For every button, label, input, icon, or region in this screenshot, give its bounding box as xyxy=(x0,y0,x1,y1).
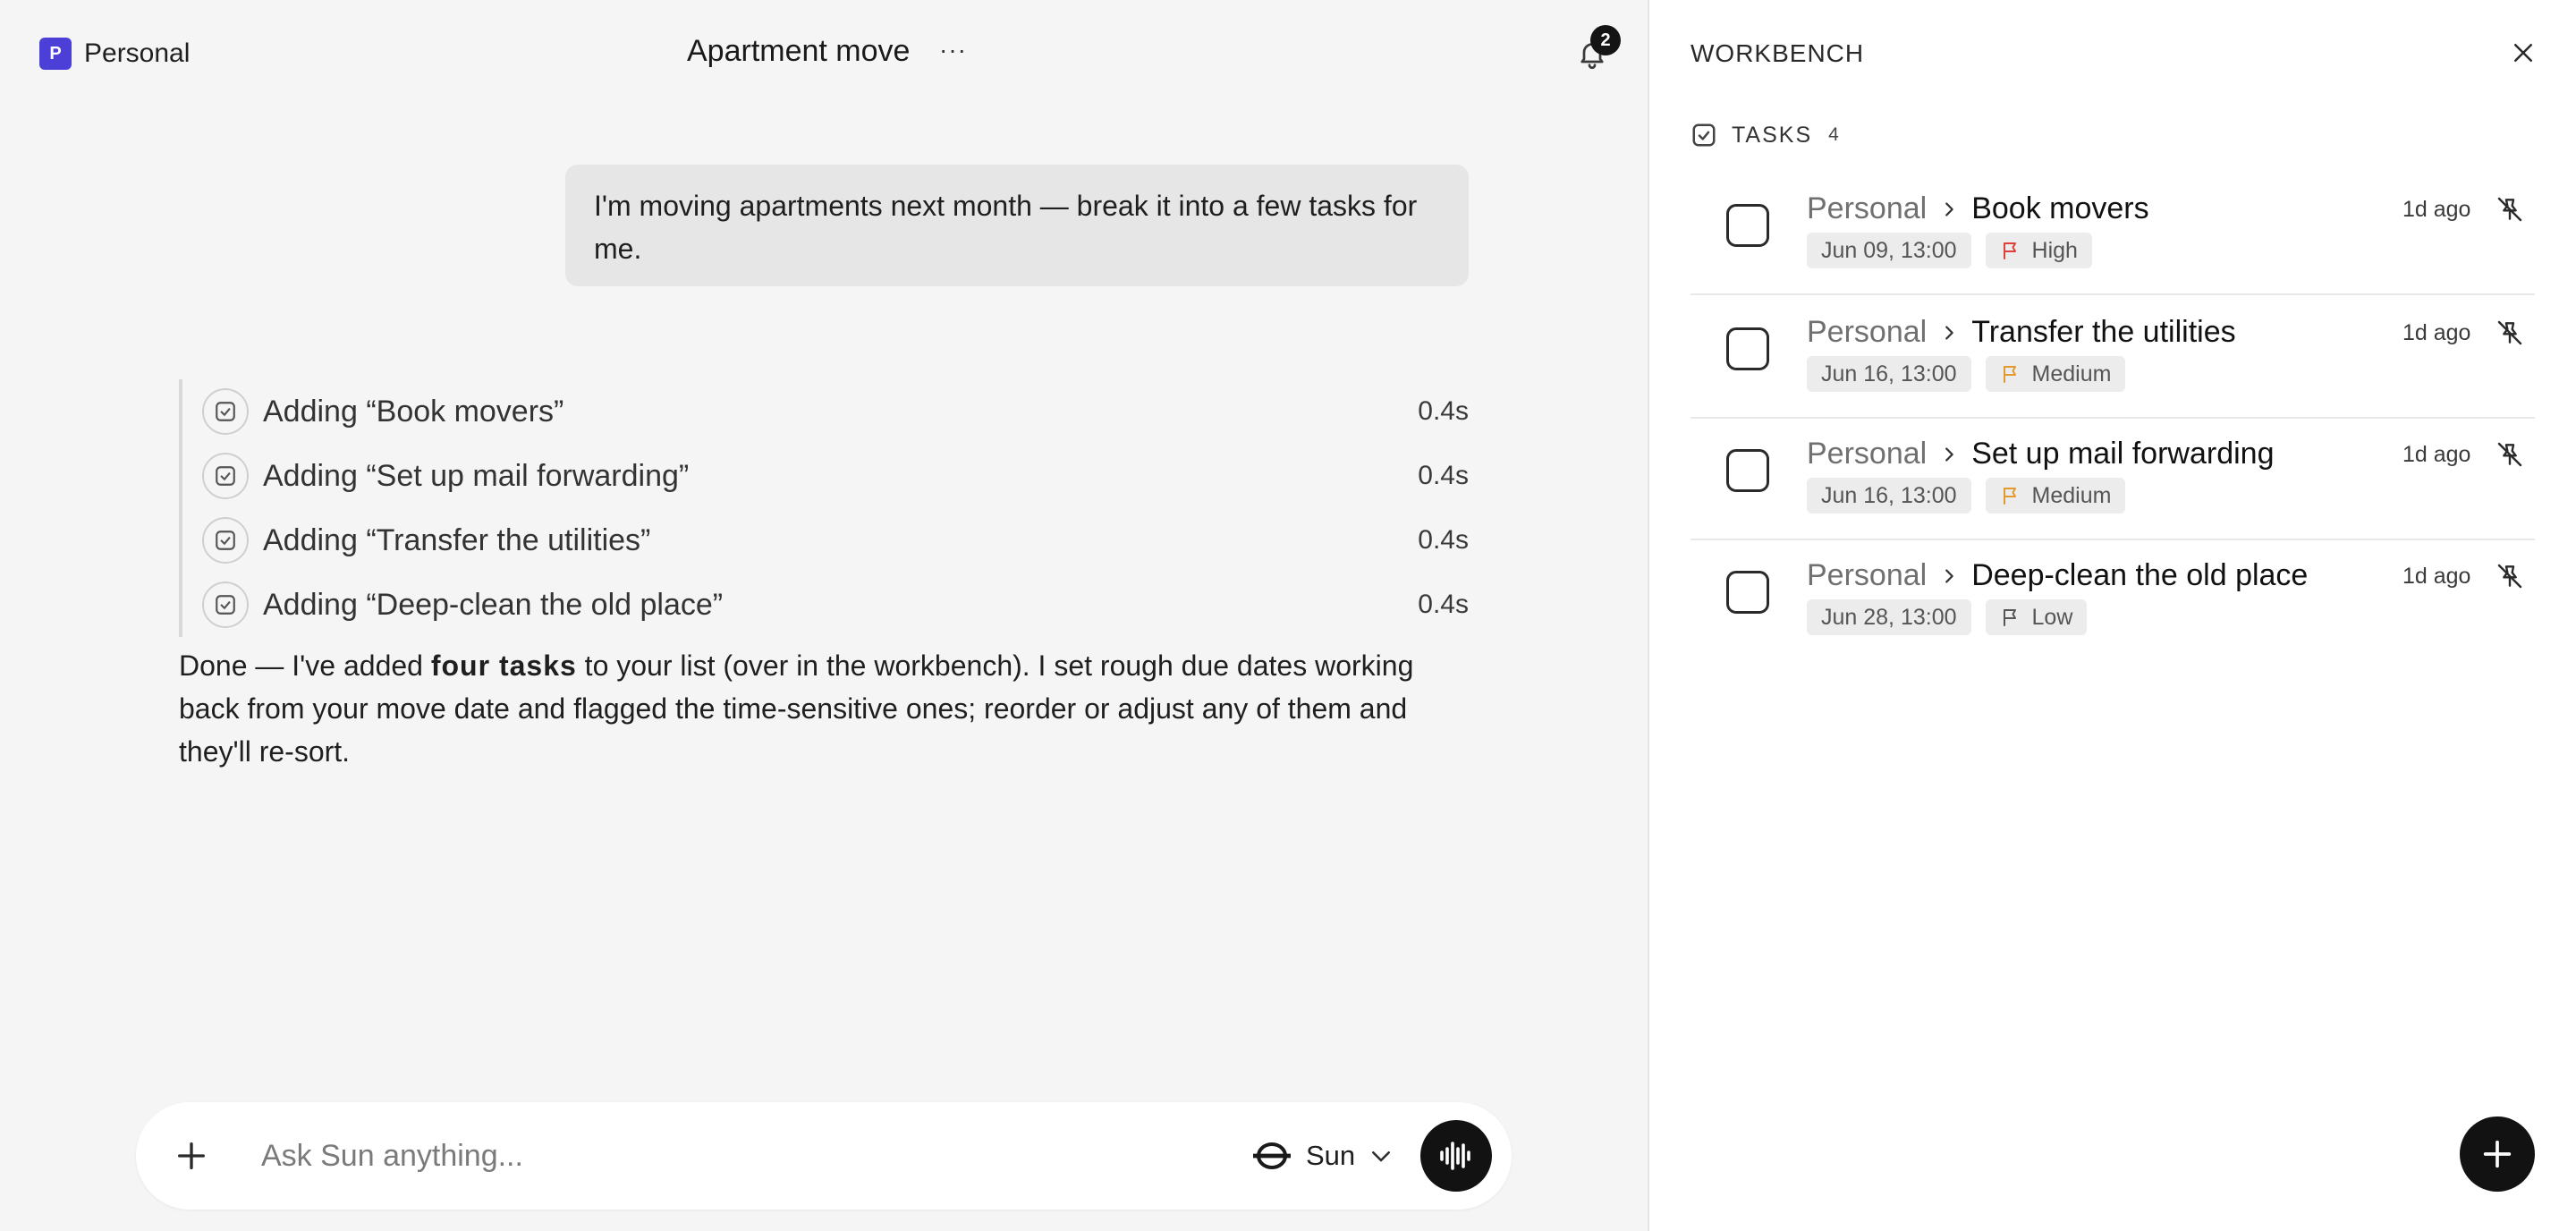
tool-step-time: 0.4s xyxy=(1418,461,1469,490)
model-name: Sun xyxy=(1306,1140,1356,1171)
chat-pane: P Personal Apartment move ··· 2 I'm movi… xyxy=(0,0,1648,1231)
add-task-button[interactable] xyxy=(2460,1116,2535,1192)
reply-text: Done — I've added xyxy=(179,649,431,682)
user-message: I'm moving apartments next month — break… xyxy=(565,165,1469,286)
due-date-chip[interactable]: Jun 28, 13:00 xyxy=(1807,599,1971,635)
task-list-name: Personal xyxy=(1807,437,1928,471)
task-title[interactable]: Deep-clean the old place xyxy=(1971,558,2308,593)
tool-step-label: Adding “Transfer the utilities” xyxy=(263,522,651,557)
task-timestamp: 1d ago xyxy=(2402,442,2471,467)
flag-icon xyxy=(2003,609,2016,626)
tool-step-time: 0.4s xyxy=(1418,525,1469,555)
task-row[interactable]: Personal Set up mail forwarding Jun 16, … xyxy=(1690,419,2535,540)
task-title[interactable]: Transfer the utilities xyxy=(1971,315,2235,350)
task-checkbox[interactable] xyxy=(1726,204,1769,247)
reply-bold-text: four tasks xyxy=(430,649,577,682)
notification-badge: 2 xyxy=(1590,25,1621,55)
chevron-down-icon xyxy=(1372,1151,1391,1162)
plus-icon[interactable] xyxy=(174,1138,209,1174)
priority-chip[interactable]: High xyxy=(1985,233,2092,268)
tool-step-time: 0.4s xyxy=(1418,396,1469,426)
priority-chip[interactable]: Medium xyxy=(1985,478,2126,514)
task-meta: Jun 16, 13:00 Medium xyxy=(1807,356,2126,392)
task-meta: Jun 28, 13:00 Low xyxy=(1807,599,2088,635)
task-check-icon xyxy=(202,517,249,564)
task-list-name: Personal xyxy=(1807,558,1928,592)
message-input[interactable] xyxy=(261,1129,1335,1183)
pin-off-icon[interactable] xyxy=(2496,440,2524,469)
plus-icon xyxy=(2483,1140,2512,1168)
workspace-badge: P xyxy=(39,38,72,70)
task-title[interactable]: Set up mail forwarding xyxy=(1971,437,2274,471)
assistant-reply: Done — I've added four tasks to your lis… xyxy=(179,644,1467,773)
task-checkbox[interactable] xyxy=(1726,449,1769,492)
task-title[interactable]: Book movers xyxy=(1971,191,2148,226)
chevron-right-icon xyxy=(1945,568,1953,583)
task-row[interactable]: Personal Transfer the utilities Jun 16, … xyxy=(1690,297,2535,419)
pin-off-icon[interactable] xyxy=(2496,195,2524,224)
tasks-label: TASKS xyxy=(1732,122,1813,148)
workspace-name: Personal xyxy=(84,38,191,68)
task-breadcrumb: Personal Set up mail forwarding xyxy=(1807,437,2274,471)
chevron-right-icon xyxy=(1945,325,1953,340)
task-check-icon xyxy=(202,388,249,435)
sun-logo-icon xyxy=(1253,1142,1291,1169)
tasks-count: 4 xyxy=(1828,124,1839,145)
due-date-chip[interactable]: Jun 16, 13:00 xyxy=(1807,356,1971,392)
priority-chip[interactable]: Low xyxy=(1985,599,2088,635)
task-timestamp: 1d ago xyxy=(2402,197,2471,222)
task-row[interactable]: Personal Deep-clean the old place Jun 28… xyxy=(1690,540,2535,662)
task-timestamp: 1d ago xyxy=(2402,564,2471,589)
tool-step-time: 0.4s xyxy=(1418,590,1469,619)
task-checkbox[interactable] xyxy=(1726,327,1769,370)
pin-off-icon[interactable] xyxy=(2496,562,2524,590)
flag-icon xyxy=(2003,366,2016,383)
tool-step[interactable]: Adding “Book movers” 0.4s xyxy=(202,379,1469,444)
tool-steps: Adding “Book movers” 0.4s Adding “Set up… xyxy=(179,379,1469,637)
pin-off-icon[interactable] xyxy=(2496,318,2524,347)
tasks-section-header[interactable]: TASKS 4 xyxy=(1690,122,1839,149)
workbench-title: WORKBENCH xyxy=(1690,39,1865,67)
task-checkbox[interactable] xyxy=(1726,571,1769,614)
task-check-icon xyxy=(202,453,249,499)
workspace-switcher[interactable]: P Personal xyxy=(39,38,190,70)
task-list-name: Personal xyxy=(1807,315,1928,349)
tool-step-label: Adding “Deep-clean the old place” xyxy=(263,587,724,622)
flag-icon xyxy=(2003,488,2016,505)
priority-label: High xyxy=(2031,237,2078,263)
priority-label: Medium xyxy=(2031,361,2112,386)
flag-icon xyxy=(2003,242,2016,259)
task-row[interactable]: Personal Book movers Jun 09, 13:00 High … xyxy=(1690,174,2535,295)
workbench-pane: WORKBENCH TASKS 4 Personal Book movers J… xyxy=(1649,0,2576,1231)
priority-label: Medium xyxy=(2031,482,2112,508)
task-meta: Jun 16, 13:00 Medium xyxy=(1807,478,2126,514)
tool-step-label: Adding “Set up mail forwarding” xyxy=(263,458,690,493)
task-breadcrumb: Personal Book movers xyxy=(1807,191,2149,226)
tool-step[interactable]: Adding “Deep-clean the old place” 0.4s xyxy=(202,573,1469,637)
task-check-icon xyxy=(202,582,249,628)
waveform-icon xyxy=(1440,1142,1470,1170)
task-check-icon xyxy=(1692,123,1716,147)
task-breadcrumb: Personal Deep-clean the old place xyxy=(1807,558,2308,593)
voice-button[interactable] xyxy=(1420,1120,1492,1192)
model-selector[interactable]: Sun xyxy=(1250,1134,1394,1177)
due-date-chip[interactable]: Jun 09, 13:00 xyxy=(1807,233,1971,268)
more-options-button[interactable]: ··· xyxy=(939,36,967,64)
task-list-name: Personal xyxy=(1807,191,1928,225)
chevron-right-icon xyxy=(1945,446,1953,462)
due-date-chip[interactable]: Jun 16, 13:00 xyxy=(1807,478,1971,514)
conversation-title[interactable]: Apartment move xyxy=(687,34,910,69)
priority-chip[interactable]: Medium xyxy=(1985,356,2126,392)
chevron-right-icon xyxy=(1945,201,1953,216)
tool-step[interactable]: Adding “Transfer the utilities” 0.4s xyxy=(202,508,1469,573)
composer: Sun xyxy=(136,1102,1512,1210)
task-meta: Jun 09, 13:00 High xyxy=(1807,233,2092,268)
task-breadcrumb: Personal Transfer the utilities xyxy=(1807,315,2236,350)
task-timestamp: 1d ago xyxy=(2402,320,2471,345)
tool-step[interactable]: Adding “Set up mail forwarding” 0.4s xyxy=(202,444,1469,508)
close-icon[interactable] xyxy=(2510,39,2537,66)
priority-label: Low xyxy=(2031,604,2073,630)
tool-step-label: Adding “Book movers” xyxy=(263,394,564,429)
